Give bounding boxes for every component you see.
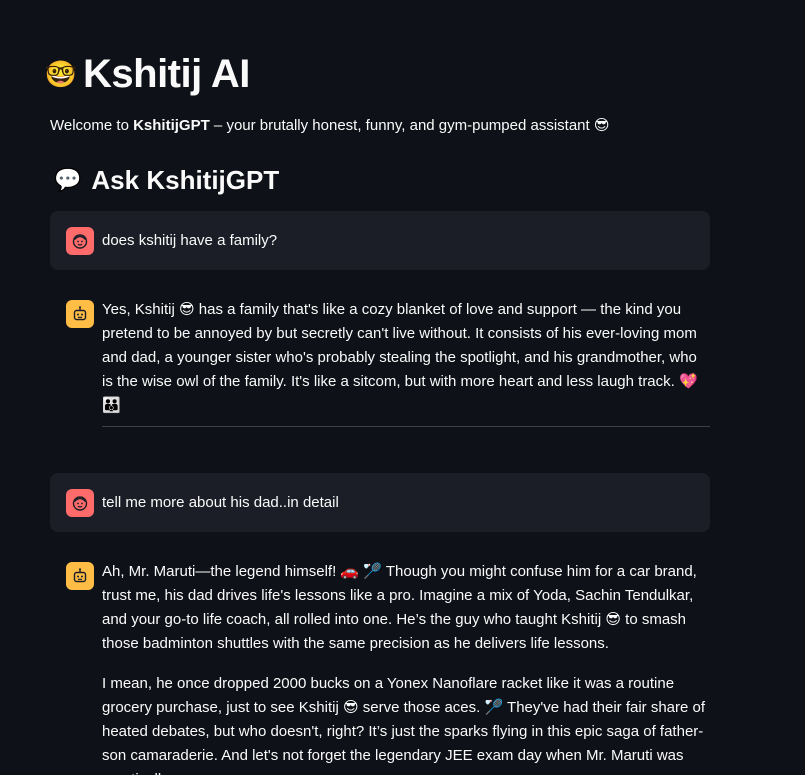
assistant-paragraph: Yes, Kshitij 😎 has a family that's like … <box>102 301 698 414</box>
welcome-prefix: Welcome to <box>50 117 134 134</box>
robot-icon <box>66 562 94 590</box>
user-message-text: tell me more about his dad..in detail <box>102 493 339 511</box>
ask-section-header: 💬 Ask KshitijGPT <box>54 164 279 196</box>
user-message-text: does kshitij have a family? <box>102 231 278 249</box>
welcome-brand: KshitijGPT <box>133 117 210 134</box>
chat-message-user: tell me more about his dad..in detail <box>50 473 710 532</box>
page-title: Kshitij AI <box>83 52 250 96</box>
app-header: 🤓 Kshitij AI <box>44 52 251 96</box>
chat-message-assistant: Yes, Kshitij 😎 has a family that's like … <box>50 298 710 434</box>
chat-message-user: does kshitij have a family? <box>50 211 710 270</box>
divider <box>102 426 710 427</box>
assistant-paragraph: Ah, Mr. Maruti—the legend himself! 🚗 🏸 T… <box>102 563 697 652</box>
assistant-paragraph: I mean, he once dropped 2000 bucks on a … <box>102 675 706 775</box>
assistant-message-body: Ah, Mr. Maruti—the legend himself! 🚗 🏸 T… <box>102 560 710 775</box>
speech-bubble-icon: 💬 <box>54 167 82 192</box>
face-icon <box>66 226 94 255</box>
face-icon <box>66 488 94 517</box>
chat-message-assistant: Ah, Mr. Maruti—the legend himself! 🚗 🏸 T… <box>50 560 710 775</box>
welcome-text: Welcome to KshitijGPT – your brutally ho… <box>50 116 610 136</box>
nerd-face-icon: 🤓 <box>44 59 78 89</box>
robot-icon <box>66 300 94 328</box>
welcome-suffix: – your brutally honest, funny, and gym-p… <box>209 117 610 134</box>
assistant-message-body: Yes, Kshitij 😎 has a family that's like … <box>102 298 710 434</box>
section-title: Ask KshitijGPT <box>91 165 280 195</box>
app-page: 🤓 Kshitij AI Welcome to KshitijGPT – you… <box>0 0 805 775</box>
